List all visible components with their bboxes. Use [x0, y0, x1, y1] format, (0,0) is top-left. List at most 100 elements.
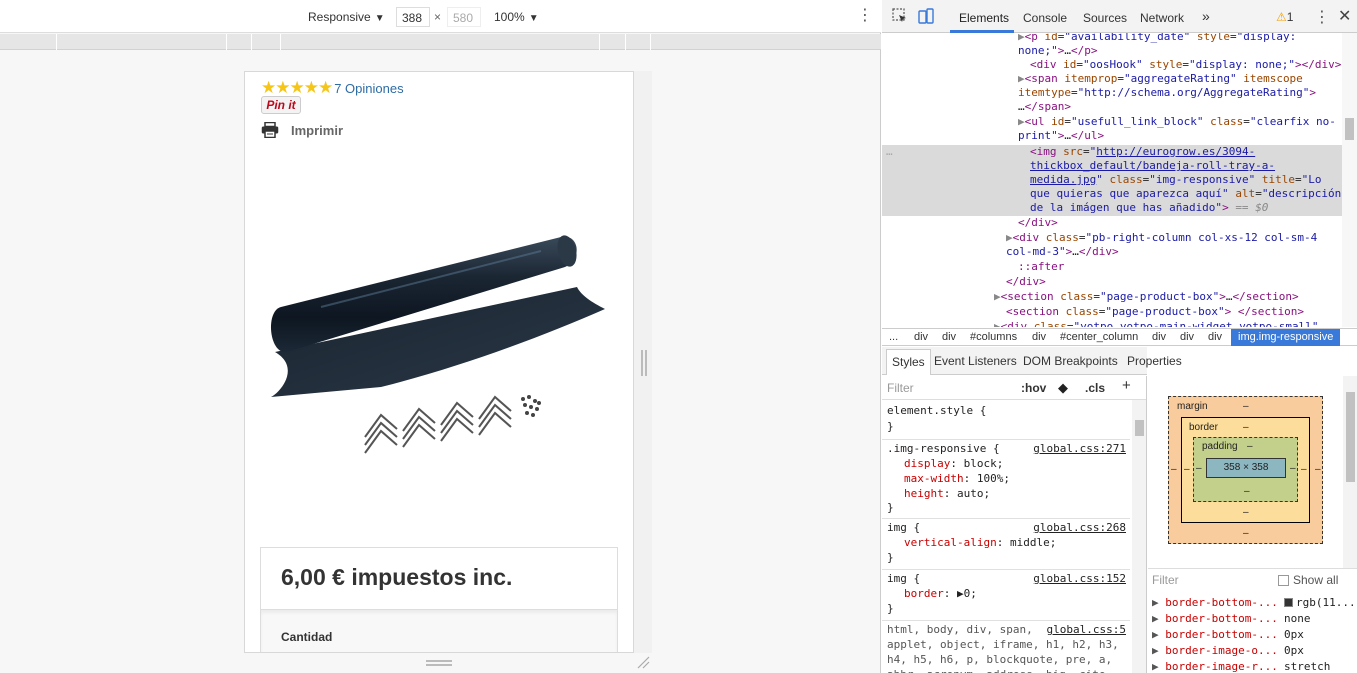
- close-devtools-icon[interactable]: ✕: [1338, 6, 1351, 26]
- tab-console[interactable]: Console: [1023, 11, 1067, 25]
- opinions-link[interactable]: 7 Opiniones: [334, 81, 403, 96]
- device-mode-dropdown[interactable]: Responsive ▼: [308, 10, 385, 24]
- computed-property[interactable]: ▶ border-image-o... 0px: [1152, 644, 1304, 657]
- style-declaration[interactable]: height: auto;: [904, 486, 990, 501]
- element-classes-icon[interactable]: ◆: [1058, 380, 1068, 395]
- dom-node[interactable]: <div id="oosHook" style="display: none;"…: [1030, 58, 1341, 73]
- dom-node[interactable]: </div>: [1006, 275, 1046, 290]
- computed-property[interactable]: ▶ border-bottom-... rgb(11...: [1152, 596, 1356, 609]
- styles-filter-input[interactable]: Filter: [887, 381, 914, 396]
- dom-tree-scrollbar[interactable]: [1342, 33, 1357, 327]
- style-source-link[interactable]: global.css:268: [1033, 520, 1126, 535]
- style-source-link[interactable]: global.css:271: [1033, 441, 1126, 456]
- box-model-padding[interactable]: padding – – – – 358 × 358: [1193, 437, 1298, 502]
- style-source-link[interactable]: global.css:152: [1033, 571, 1126, 586]
- dom-node[interactable]: ▶<ul id="usefull_link_block" class="clea…: [1018, 115, 1336, 130]
- media-query-ruler[interactable]: [0, 34, 881, 50]
- node-ellipsis-icon[interactable]: …: [886, 145, 893, 160]
- print-link[interactable]: Imprimir: [261, 122, 343, 138]
- style-declaration[interactable]: border: ▶0;: [904, 586, 977, 601]
- dom-tree-scroll-thumb[interactable]: [1345, 118, 1354, 140]
- style-declaration[interactable]: vertical-align: middle;: [904, 535, 1056, 550]
- box-model-border[interactable]: border – – – – padding – – – – 358 × 358: [1181, 417, 1310, 523]
- dom-node[interactable]: ▶<span itemprop="aggregateRating" itemsc…: [1018, 72, 1303, 87]
- show-all-checkbox[interactable]: [1278, 574, 1289, 586]
- new-style-rule-button[interactable]: +: [1122, 378, 1131, 393]
- border-top-value: –: [1243, 422, 1249, 433]
- box-model-margin[interactable]: margin – – – – border – – – – padding – …: [1168, 396, 1323, 544]
- style-rule-selector[interactable]: img {: [887, 520, 920, 535]
- dom-node[interactable]: <section class="page-product-box"> </sec…: [1006, 305, 1304, 320]
- styles-filter-row: Filter :hov ◆ .cls +: [882, 376, 1146, 400]
- more-tabs-icon[interactable]: »: [1202, 8, 1210, 24]
- computed-property[interactable]: ▶ border-bottom-... none: [1152, 612, 1311, 625]
- style-declaration[interactable]: max-width: 100%;: [904, 471, 1010, 486]
- dom-tree[interactable]: ▶<p id="availability_date" style="displa…: [882, 33, 1357, 327]
- dom-node: col-md-3">…</div>: [1006, 245, 1119, 258]
- computed-property[interactable]: ▶ border-bottom-... 0px: [1152, 628, 1304, 641]
- computed-property[interactable]: ▶ border-image-r... stretch: [1152, 660, 1330, 673]
- zoom-dropdown[interactable]: 100% ▼: [494, 10, 539, 24]
- dom-node[interactable]: ▶<section class="page-product-box">…</se…: [994, 290, 1299, 305]
- product-price: 6,00 € impuestos inc.: [281, 564, 513, 590]
- resize-corner-icon[interactable]: [636, 655, 650, 669]
- selected-dom-node[interactable]: <img src="http://eurogrow.es/3094-: [1030, 145, 1255, 160]
- product-image[interactable]: [261, 187, 619, 545]
- resize-handle-right[interactable]: [641, 350, 647, 376]
- dom-node[interactable]: ▶<div class="pb-right-column col-xs-12 c…: [1006, 231, 1317, 246]
- breadcrumb-item[interactable]: div: [1180, 331, 1194, 343]
- computed-property-name: border-bottom-...: [1165, 628, 1278, 641]
- viewport-height-input[interactable]: 580: [447, 7, 481, 27]
- class-toggle[interactable]: .cls: [1085, 381, 1105, 396]
- dom-node[interactable]: ▶<div class="yotpo yotpo-main-widget yot…: [994, 320, 1319, 327]
- style-rule-selector[interactable]: element.style {: [887, 403, 986, 418]
- viewport-width-input[interactable]: 388: [396, 7, 430, 27]
- style-rule-selector[interactable]: .img-responsive {: [887, 441, 1000, 456]
- margin-top-value: –: [1243, 401, 1249, 412]
- style-rule-selector[interactable]: img {: [887, 571, 920, 586]
- style-source-link[interactable]: global.css:5: [1047, 622, 1126, 637]
- style-rule-end: }: [887, 602, 894, 615]
- hover-state-toggle[interactable]: :hov: [1021, 381, 1046, 396]
- margin-left-value: –: [1171, 464, 1177, 475]
- dom-node[interactable]: ::after: [1018, 260, 1064, 275]
- breadcrumb-item[interactable]: div: [914, 331, 928, 343]
- tab-sources[interactable]: Sources: [1083, 11, 1127, 25]
- breadcrumb-item[interactable]: #center_column: [1060, 331, 1138, 343]
- style-declaration[interactable]: display: block;: [904, 456, 1003, 471]
- device-toolbar-icon[interactable]: [918, 8, 934, 24]
- tab-properties[interactable]: Properties: [1127, 354, 1182, 368]
- pinterest-pin-button[interactable]: Pin it: [261, 96, 301, 114]
- breadcrumb-item[interactable]: div: [1152, 331, 1166, 343]
- price-box: 6,00 € impuestos inc.: [260, 547, 618, 609]
- tab-event-listeners[interactable]: Event Listeners: [934, 354, 1017, 368]
- breadcrumb-item[interactable]: div: [1208, 331, 1222, 343]
- inspect-element-icon[interactable]: [892, 8, 908, 24]
- show-all-toggle[interactable]: Show all: [1278, 573, 1338, 587]
- box-model-scroll-thumb[interactable]: [1346, 392, 1355, 482]
- tab-elements[interactable]: Elements: [959, 11, 1009, 25]
- color-swatch[interactable]: [1284, 598, 1293, 607]
- styles-scroll-thumb[interactable]: [1135, 420, 1144, 436]
- resize-handle-bottom[interactable]: [426, 660, 452, 666]
- breadcrumb-item-selected[interactable]: img.img-responsive: [1231, 329, 1341, 346]
- customize-devtools-icon[interactable]: ⋮: [1314, 7, 1330, 27]
- margin-bottom-value: –: [1243, 528, 1249, 539]
- warnings-counter[interactable]: ⚠1: [1276, 10, 1293, 24]
- ruler-tick: [599, 34, 600, 50]
- quantity-box: Cantidad: [260, 609, 618, 652]
- tab-network[interactable]: Network: [1140, 11, 1184, 25]
- tab-styles[interactable]: Styles: [886, 349, 931, 375]
- styles-scrollbar[interactable]: [1132, 400, 1146, 673]
- breadcrumb-item[interactable]: ...: [889, 331, 898, 343]
- breadcrumb-item[interactable]: div: [1032, 331, 1046, 343]
- tab-dom-breakpoints[interactable]: DOM Breakpoints: [1023, 354, 1118, 368]
- style-rule-selector[interactable]: html, body, div, span,: [887, 622, 1033, 637]
- dom-node[interactable]: </div>: [1018, 216, 1058, 231]
- computed-filter-input[interactable]: Filter: [1152, 573, 1179, 587]
- more-options-icon[interactable]: ⋮: [857, 7, 873, 25]
- box-model-content[interactable]: 358 × 358: [1206, 458, 1286, 478]
- breadcrumb-item[interactable]: div: [942, 331, 956, 343]
- dom-node[interactable]: ▶<p id="availability_date" style="displa…: [1018, 33, 1296, 45]
- breadcrumb-item[interactable]: #columns: [970, 331, 1017, 343]
